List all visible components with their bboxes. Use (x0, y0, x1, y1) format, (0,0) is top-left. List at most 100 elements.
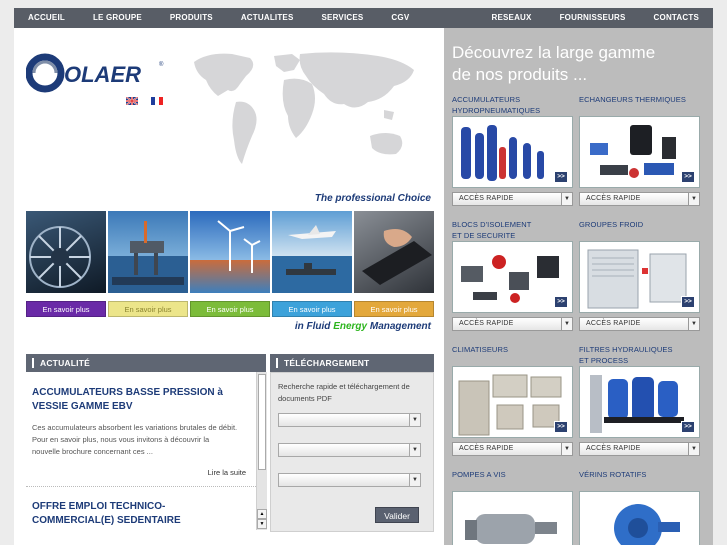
scroll-down-icon[interactable]: ▼ (257, 519, 267, 529)
savoir-plus-button-5[interactable]: En savoir plus (354, 301, 434, 317)
nav-le-groupe[interactable]: LE GROUPE (93, 8, 142, 28)
quick-access-select-6[interactable]: ACCÈS RAPIDE ▼ (579, 442, 700, 456)
savoir-plus-button-2[interactable]: En savoir plus (108, 301, 188, 317)
download-select-3[interactable]: ▼ (278, 473, 421, 487)
category-label-line: ACCUMULATEURS (452, 95, 521, 104)
nav-accueil[interactable]: ACCUEIL (28, 8, 65, 28)
category-blocs-isolement[interactable]: BLOCS D'ISOLEMENT ET DE SECURITE (452, 219, 531, 241)
category-groupes-froid[interactable]: GROUPES FROID (579, 219, 643, 230)
category-label-line: ET PROCESS (579, 356, 629, 365)
quick-access-label: ACCÈS RAPIDE (586, 320, 641, 327)
quick-access-label: ACCÈS RAPIDE (459, 195, 514, 202)
category-image-blocs[interactable]: >> (452, 241, 573, 313)
top-nav: ACCUEIL LE GROUPE PRODUITS ACTUALITES SE… (14, 8, 713, 28)
photo-aircraft-ship (272, 211, 352, 293)
nav-produits[interactable]: PRODUITS (170, 8, 213, 28)
quick-access-select-2[interactable]: ACCÈS RAPIDE ▼ (579, 192, 700, 206)
category-label-line: POMPES A VIS (452, 470, 506, 479)
go-arrow-button[interactable]: >> (554, 296, 568, 308)
category-image-pompes[interactable]: >> (452, 491, 573, 545)
news-body-line: nouvelle brochure concernant ces ... (32, 447, 153, 456)
flag-fr-icon[interactable] (151, 92, 163, 105)
photo-wind-turbines (190, 211, 270, 293)
download-intro-line: Recherche rapide et téléchargement de (278, 382, 410, 391)
category-label-line: GROUPES FROID (579, 220, 644, 229)
tagline-fluid-energy: in Fluid Energy Management (295, 321, 431, 332)
download-header: TÉLÉCHARGEMENT (270, 354, 434, 372)
news-item-title[interactable]: ACCUMULATEURS BASSE PRESSION à VESSIE GA… (32, 386, 223, 414)
chevron-down-icon: ▼ (561, 443, 572, 455)
category-pompes-a-vis[interactable]: POMPES A VIS (452, 469, 506, 480)
category-label-line: HYDROPNEUMATIQUES (452, 106, 541, 115)
nav-services[interactable]: SERVICES (322, 8, 364, 28)
photo-turbine (26, 211, 106, 293)
news-title-line: OFFRE EMPLOI TECHNICO- (32, 501, 166, 512)
olaer-logo[interactable]: OLAER ® (25, 52, 166, 94)
news-scrollbar[interactable]: ▲ ▼ (256, 372, 267, 530)
news-title-line: VESSIE GAMME EBV (32, 401, 133, 412)
category-verins-rotatifs[interactable]: VÉRINS ROTATIFS (579, 469, 646, 480)
go-arrow-button[interactable]: >> (554, 171, 568, 183)
category-label-line: VÉRINS ROTATIFS (579, 470, 647, 479)
news-list: ACCUMULATEURS BASSE PRESSION à VESSIE GA… (26, 372, 256, 544)
category-image-groupes-froid[interactable]: >> (579, 241, 700, 313)
savoir-plus-button-4[interactable]: En savoir plus (272, 301, 352, 317)
download-select-2[interactable]: ▼ (278, 443, 421, 457)
chevron-down-icon: ▼ (561, 193, 572, 205)
quick-access-label: ACCÈS RAPIDE (586, 195, 641, 202)
savoir-plus-label: En savoir plus (370, 305, 418, 314)
savoir-plus-label: En savoir plus (124, 305, 172, 314)
products-title: Découvrez la large gamme de nos produits… (452, 42, 655, 86)
nav-fournisseurs[interactable]: FOURNISSEURS (560, 8, 626, 28)
scroll-up-icon[interactable]: ▲ (257, 509, 267, 519)
nav-reseaux[interactable]: RESEAUX (492, 8, 532, 28)
quick-access-select-4[interactable]: ACCÈS RAPIDE ▼ (579, 317, 700, 331)
tagline-professional-choice: The professional Choice (314, 193, 431, 204)
go-arrow-button[interactable]: >> (681, 421, 695, 433)
category-image-verins[interactable]: >> (579, 491, 700, 545)
news-item-title[interactable]: OFFRE EMPLOI TECHNICO- COMMERCIAL(E) SED… (32, 500, 181, 528)
savoir-plus-button-3[interactable]: En savoir plus (190, 301, 270, 317)
category-image-echangeurs[interactable]: >> (579, 116, 700, 188)
category-accumulateurs[interactable]: ACCUMULATEURS HYDROPNEUMATIQUES (452, 94, 540, 116)
chevron-down-icon: ▼ (409, 444, 420, 456)
chevron-down-icon: ▼ (561, 318, 572, 330)
quick-access-select-5[interactable]: ACCÈS RAPIDE ▼ (452, 442, 573, 456)
quick-access-select-3[interactable]: ACCÈS RAPIDE ▼ (452, 317, 573, 331)
nav-actualites[interactable]: ACTUALITES (241, 8, 294, 28)
category-echangeurs[interactable]: ECHANGEURS THERMIQUES (579, 94, 686, 105)
savoir-plus-label: En savoir plus (42, 305, 90, 314)
go-arrow-button[interactable]: >> (554, 421, 568, 433)
valider-button[interactable]: Valider (375, 507, 419, 523)
read-more-link[interactable]: Lire la suite (208, 468, 246, 477)
savoir-plus-label: En savoir plus (206, 305, 254, 314)
download-select-1[interactable]: ▼ (278, 413, 421, 427)
savoir-plus-button-1[interactable]: En savoir plus (26, 301, 106, 317)
news-title-line: COMMERCIAL(E) SEDENTAIRE (32, 515, 181, 526)
tagline-part: in Fluid (294, 321, 334, 332)
go-arrow-button[interactable]: >> (681, 296, 695, 308)
flag-uk-icon[interactable] (125, 92, 139, 106)
photo-hand-keyboard (354, 211, 434, 293)
products-title-line: Découvrez la large gamme (452, 43, 656, 62)
category-label-line: FILTRES HYDRAULIQUES (579, 345, 673, 354)
category-image-accumulateurs[interactable]: >> (452, 116, 573, 188)
savoir-plus-label: En savoir plus (288, 305, 336, 314)
category-climatiseurs[interactable]: CLIMATISEURS (452, 344, 508, 355)
photo-oil-platform (108, 211, 188, 293)
chevron-down-icon: ▼ (688, 318, 699, 330)
category-image-climatiseurs[interactable]: >> (452, 366, 573, 438)
category-image-filtres[interactable]: >> (579, 366, 700, 438)
nav-cgv[interactable]: CGV (391, 8, 409, 28)
world-map-image (188, 50, 424, 172)
category-filtres[interactable]: FILTRES HYDRAULIQUES ET PROCESS (579, 344, 673, 366)
chevron-down-icon: ▼ (688, 193, 699, 205)
category-label-line: CLIMATISEURS (452, 345, 509, 354)
go-arrow-button[interactable]: >> (681, 171, 695, 183)
download-intro-line: documents PDF (278, 394, 332, 403)
scrollbar-thumb[interactable] (258, 374, 266, 470)
quick-access-select-1[interactable]: ACCÈS RAPIDE ▼ (452, 192, 573, 206)
chevron-down-icon: ▼ (409, 474, 420, 486)
news-header: ACTUALITÉ (26, 354, 266, 372)
nav-contacts[interactable]: CONTACTS (654, 8, 699, 28)
